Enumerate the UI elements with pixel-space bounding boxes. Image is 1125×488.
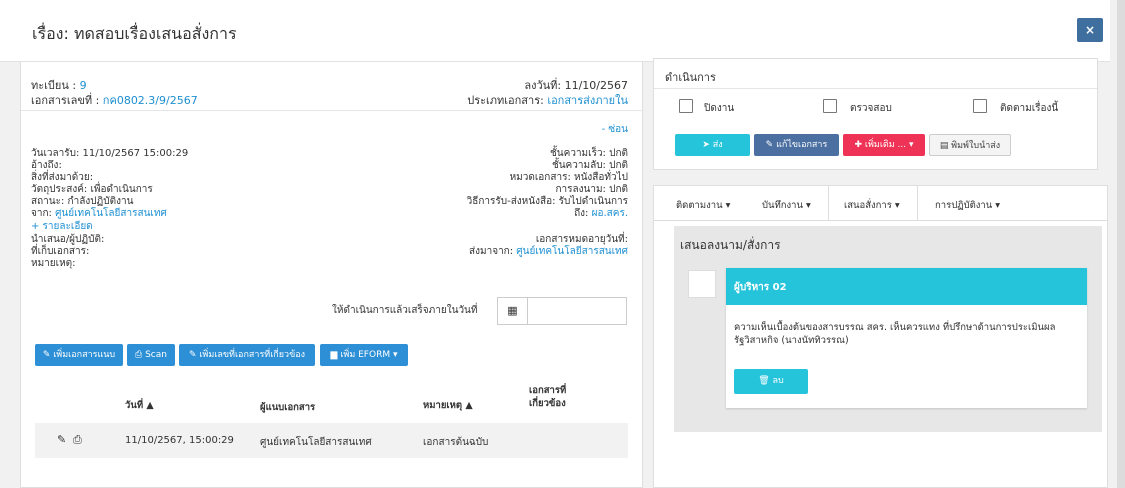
close-button[interactable]: × [1077,18,1103,42]
col-related[interactable]: เอกสารที่เกี่ยวข้อง [529,384,579,410]
modal-title: เรื่อง: ทดสอบเรื่องเสนอสั่งการ [32,24,237,43]
review-checkbox[interactable] [823,99,837,113]
row-note: เอกสารต้นฉบับ [423,437,489,448]
col-note[interactable]: หมายเหตุ ▲ [423,399,473,412]
add-eform-button[interactable]: ▆ เพิ่ม EFORM ▾ [320,344,408,366]
scan-button[interactable]: ⎙ Scan [127,344,175,366]
deadline-label: ให้ดำเนินการแล้วเสร็จภายในวันที่ [332,305,478,316]
follow-checkbox[interactable] [973,99,987,113]
hide-link[interactable]: - ซ่อน [602,122,628,137]
divider [654,88,1097,89]
print-icon[interactable]: ⎙ [73,433,82,447]
send-button[interactable]: ➤ ส่ง [675,134,750,156]
deadline-input[interactable] [527,297,627,325]
add-attachment-button[interactable]: ✎ เพิ่มเอกสารแนบ [35,344,123,366]
edit-document-button[interactable]: ✎ แก้ไขเอกสาร [754,134,839,156]
note: หมายเหตุ: [31,258,76,269]
tab-operation[interactable]: การปฏิบัติงาน ▾ [935,198,1000,213]
comment-area: เสนอลงนาม/สั่งการ ผู้บริหาร 02 ความเห็นเ… [674,226,1102,432]
review-label: ตรวจสอบ [850,103,892,114]
to-value[interactable]: ผอ.สคร. [592,208,628,219]
divider [654,220,1107,221]
to-line: ถึง: ผอ.สคร. [574,208,628,219]
table-row[interactable]: ✎ ⎙ 11/10/2567, 15:00:29 ศูนย์เทคโนโลยีส… [35,423,628,458]
scrollbar[interactable] [1117,0,1125,488]
close-job-label: ปิดงาน [704,103,735,114]
modal-header: เรื่อง: ทดสอบเรื่องเสนอสั่งการ × [0,0,1110,62]
sent-from-value[interactable]: ศูนย์เทคโนโลยีสารสนเทศ [516,246,628,257]
document-number-line: เอกสารเลขที่ : กค0802.3/9/2567 [31,94,198,107]
divider [21,110,642,111]
edit-icon[interactable]: ✎ [57,433,66,446]
add-related-button[interactable]: ✎ เพิ่มเลขที่เอกสารที่เกี่ยวข้อง [179,344,315,366]
add-more-button[interactable]: ✚ เพิ่มเติม ... ▾ [843,134,925,156]
document-panel: ทะเบียน : 9 เอกสารเลขที่ : กค0802.3/9/25… [20,62,643,488]
document-type-line: ประเภทเอกสาร: เอกสารส่งภายใน [467,94,628,107]
tab-propose-order[interactable]: เสนอสั่งการ ▾ [844,198,900,213]
tab-tracking[interactable]: ติดตามงาน ▾ [676,198,730,213]
section-heading: เสนอลงนาม/สั่งการ [680,238,781,252]
col-date[interactable]: วันที่ ▲ [125,399,154,412]
follow-label: ติดตามเรื่องนี้ [1000,103,1059,114]
document-number: กค0802.3/9/2567 [102,94,198,107]
row-attached-by: ศูนย์เทคโนโลยีสารสนเทศ [260,437,372,448]
action-panel: ดำเนินการ ปิดงาน ตรวจสอบ ติดตามเรื่องนี้… [653,58,1098,170]
close-job-checkbox[interactable] [679,99,693,113]
action-title: ดำเนินการ [665,71,716,84]
print-slip-button[interactable]: ▤ พิมพ์ใบนำส่ง [929,134,1011,156]
comment-card: ผู้บริหาร 02 ความเห็นเบื้องต้นของสารบรรณ… [726,268,1087,408]
comment-author: ผู้บริหาร 02 [726,268,1087,305]
tab-work-log[interactable]: บันทึกงาน ▾ [762,198,811,213]
delete-button[interactable]: 🗑 ลบ [734,369,808,394]
sent-from-line: ส่งมาจาก: ศูนย์เทคโนโลยีสารสนเทศ [469,246,628,257]
document-type: เอกสารส่งภายใน [547,94,628,107]
col-attached-by[interactable]: ผู้แนบเอกสาร [260,401,315,414]
tabs-panel: ติดตามงาน ▾ บันทึกงาน ▾ เสนอสั่งการ ▾ กา… [653,185,1108,488]
comment-text-line-2: รัฐวิสาหกิจ (นางนัททิวรรณ) [734,335,849,346]
from-value[interactable]: ศูนย์เทคโนโลยีสารสนเทศ [55,208,167,219]
calendar-icon[interactable]: ▦ [497,297,528,325]
avatar [688,270,716,298]
row-date: 11/10/2567, 15:00:29 [125,435,234,446]
